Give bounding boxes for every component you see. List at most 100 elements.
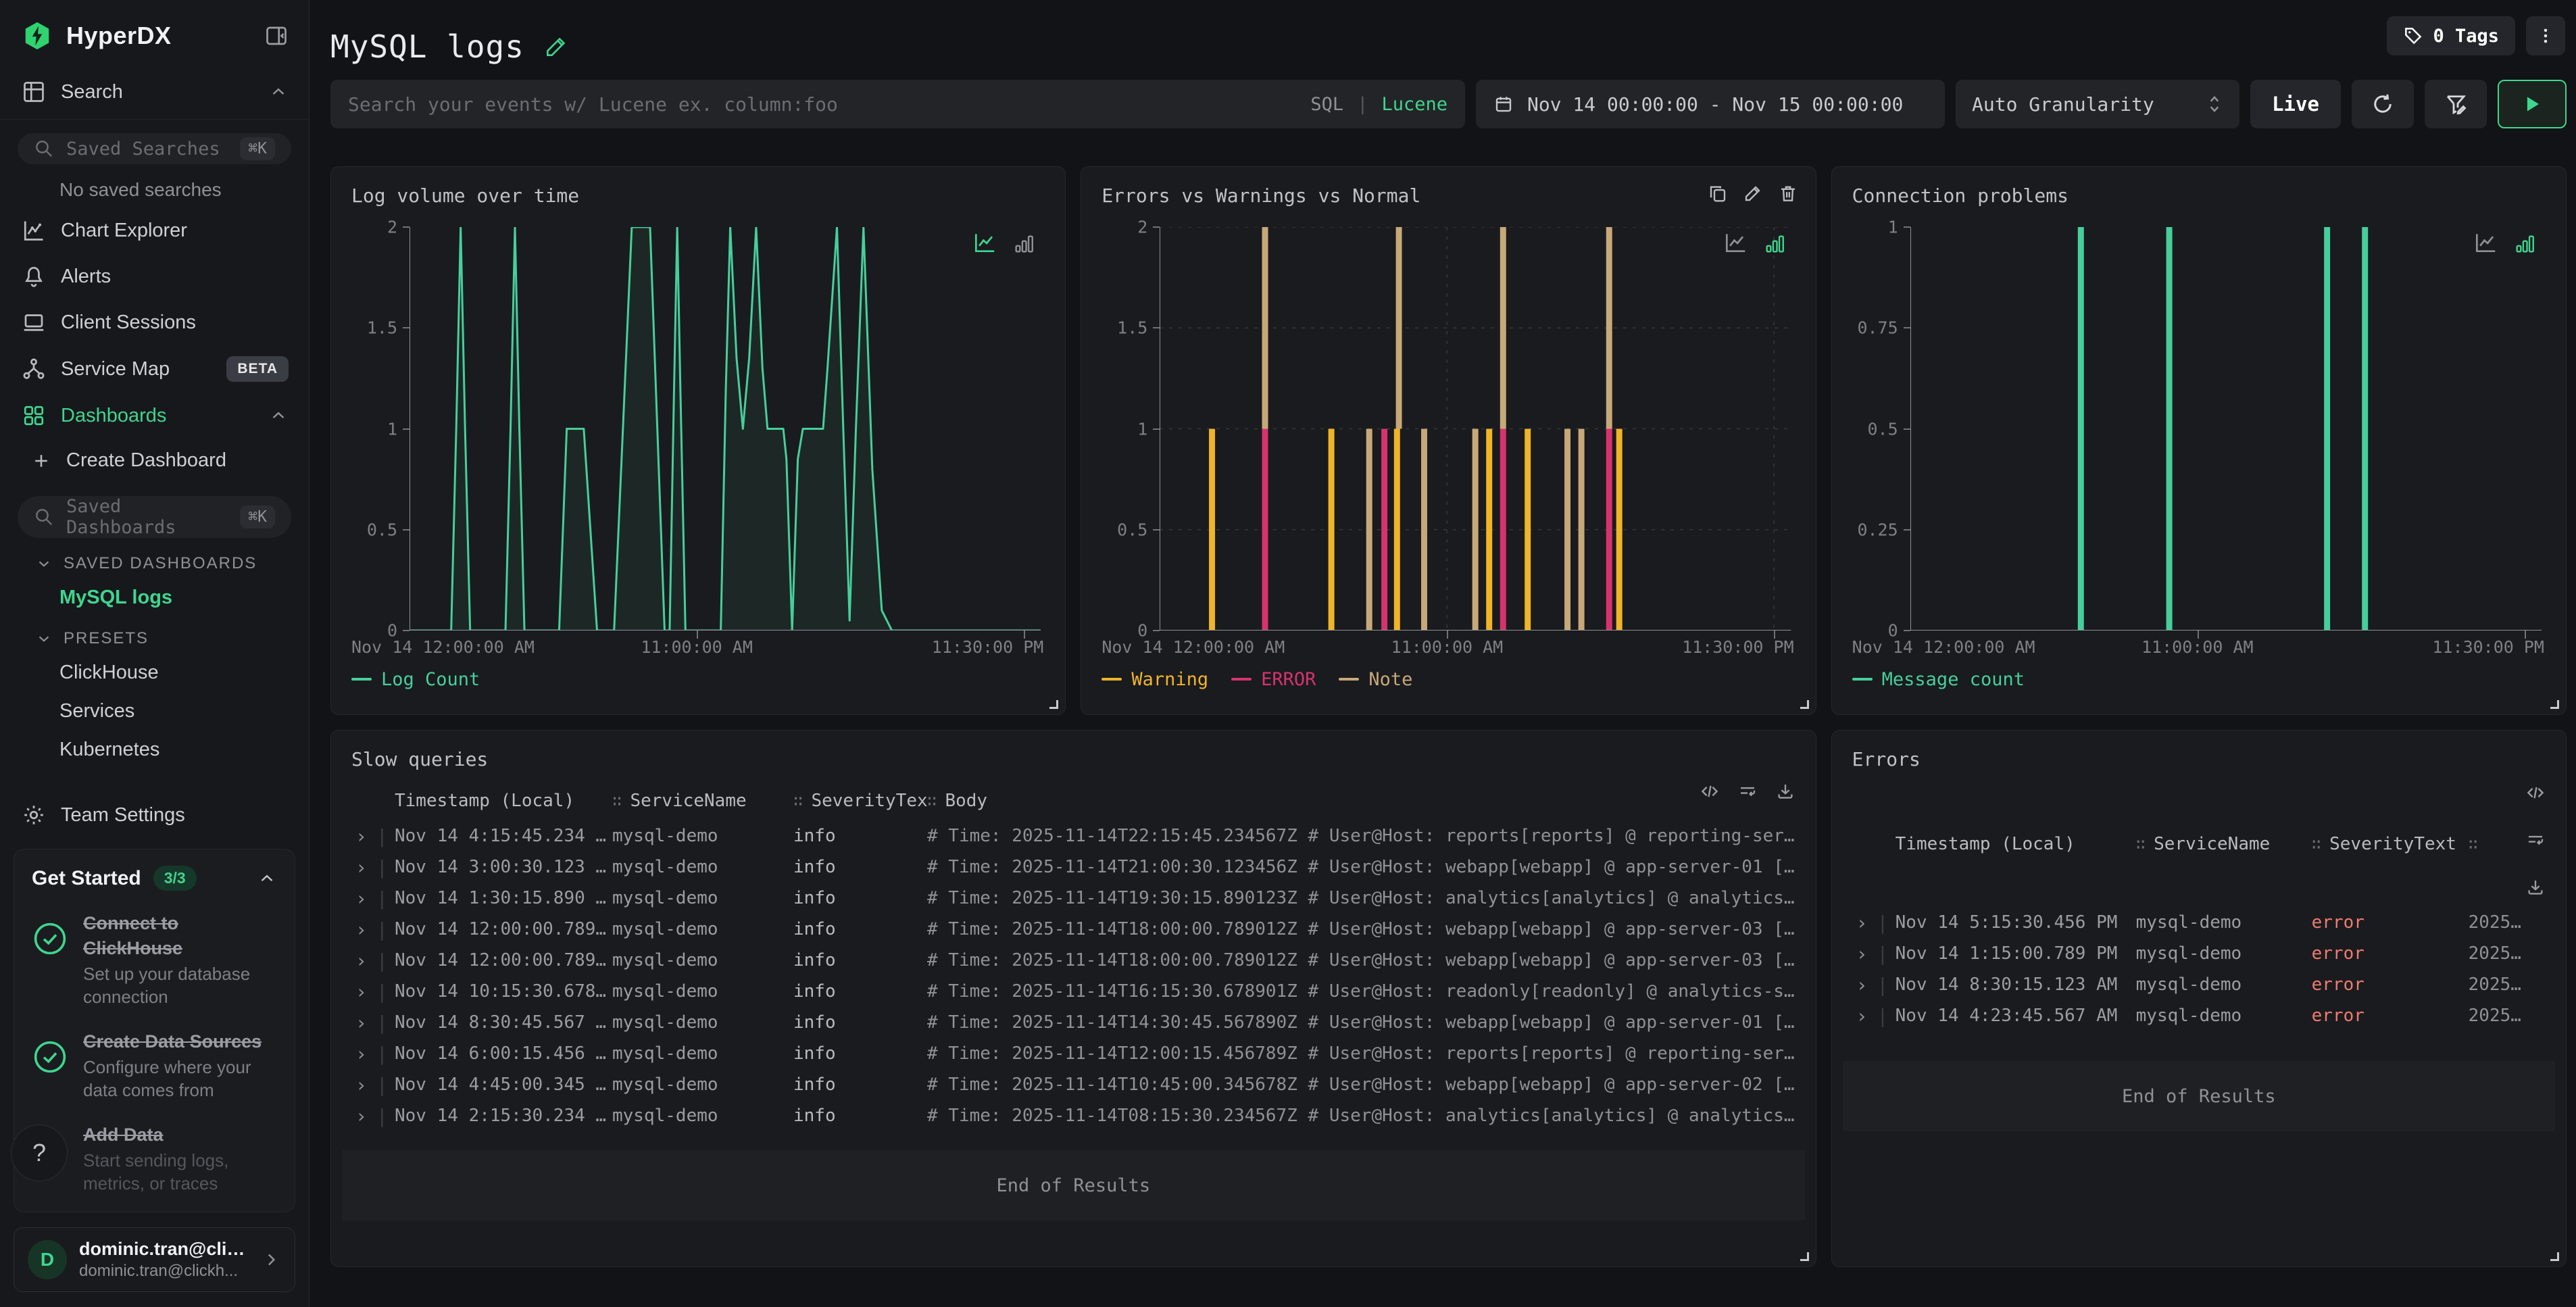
chart-plot-area[interactable]: 00.511.52 bbox=[410, 227, 1041, 631]
sidebar-item-client-sessions[interactable]: Client Sessions bbox=[0, 299, 309, 345]
expand-chevron[interactable]: ›| bbox=[351, 1012, 395, 1034]
error-row[interactable]: ›|Nov 14 5:15:30.456 PMmysql-demoerror20… bbox=[1852, 907, 2546, 938]
chart-plot-area[interactable]: 00.511.52 bbox=[1160, 227, 1791, 631]
saved-searches-input[interactable]: Saved Searches ⌘K bbox=[18, 133, 291, 164]
code-view-icon[interactable] bbox=[1700, 781, 1720, 802]
help-button[interactable]: ? bbox=[11, 1125, 68, 1181]
filter-button[interactable] bbox=[2425, 80, 2487, 128]
expand-chevron[interactable]: ›| bbox=[351, 981, 395, 1003]
chevron-up-icon[interactable] bbox=[257, 868, 277, 889]
error-row[interactable]: ›|Nov 14 1:15:00.789 PMmysql-demoerror20… bbox=[1852, 938, 2546, 969]
log-row[interactable]: ›|Nov 14 10:15:30.678 AMmysql-demoinfo# … bbox=[351, 976, 1795, 1007]
edit-title-icon[interactable] bbox=[543, 34, 569, 59]
column-header[interactable]: ∷ServiceName bbox=[2136, 834, 2312, 854]
column-header[interactable]: Timestamp (Local) bbox=[395, 791, 612, 811]
line-chart-toggle-icon[interactable] bbox=[972, 230, 997, 255]
resize-handle[interactable] bbox=[2550, 700, 2559, 709]
expand-chevron[interactable]: ›| bbox=[1852, 943, 1896, 965]
column-header[interactable]: ∷SeverityText bbox=[793, 791, 927, 811]
resize-handle[interactable] bbox=[2550, 1252, 2559, 1261]
sidebar-item-dashboards[interactable]: Dashboards bbox=[0, 393, 309, 439]
expand-chevron[interactable]: ›| bbox=[351, 1105, 395, 1127]
task-add-data[interactable]: Add Data Start sending logs, metrics, or… bbox=[32, 1123, 277, 1195]
column-header[interactable]: ∷Body bbox=[927, 791, 1795, 811]
column-header[interactable]: Timestamp (Local) bbox=[1896, 834, 2136, 854]
download-icon[interactable] bbox=[1775, 781, 1795, 802]
log-row[interactable]: ›|Nov 14 6:00:15.456 AMmysql-demoinfo# T… bbox=[351, 1038, 1795, 1069]
sidebar-item-team-settings[interactable]: Team Settings bbox=[0, 792, 309, 838]
tags-button[interactable]: 0 Tags bbox=[2387, 16, 2515, 55]
task-create-data-sources[interactable]: Create Data Sources Configure where your… bbox=[32, 1029, 277, 1102]
sidebar-item-mysql-logs[interactable]: MySQL logs bbox=[0, 578, 309, 617]
expand-chevron[interactable]: ›| bbox=[1852, 1005, 1896, 1027]
wrap-lines-icon[interactable] bbox=[1737, 781, 1758, 802]
error-row[interactable]: ›|Nov 14 8:30:15.123 AMmysql-demoerror20… bbox=[1852, 969, 2546, 1000]
sidebar-item-chart-explorer[interactable]: Chart Explorer bbox=[0, 207, 309, 253]
line-chart-toggle-icon[interactable] bbox=[1723, 230, 1748, 255]
log-row[interactable]: ›|Nov 14 1:30:15.890 PMmysql-demoinfo# T… bbox=[351, 883, 1795, 914]
expand-chevron[interactable]: ›| bbox=[351, 825, 395, 847]
sidebar-item-services[interactable]: Services bbox=[0, 692, 309, 731]
log-row[interactable]: ›|Nov 14 3:00:30.123 PMmysql-demoinfo# T… bbox=[351, 852, 1795, 883]
bar-chart-toggle-icon[interactable] bbox=[2513, 232, 2536, 255]
live-button[interactable]: Live bbox=[2250, 80, 2341, 128]
chart-plot-area[interactable]: 00.250.50.751 bbox=[1910, 227, 2542, 631]
line-chart-toggle-icon[interactable] bbox=[2473, 230, 2498, 255]
legend-item[interactable]: Note bbox=[1339, 669, 1412, 690]
sidebar-item-clickhouse[interactable]: ClickHouse bbox=[0, 654, 309, 692]
user-menu[interactable]: D dominic.tran@clic... dominic.tran@clic… bbox=[14, 1227, 295, 1292]
sidebar-collapse-icon[interactable] bbox=[264, 24, 289, 48]
legend-item[interactable]: ERROR bbox=[1231, 669, 1316, 690]
download-icon[interactable] bbox=[2525, 877, 2546, 897]
bar-chart-toggle-icon[interactable] bbox=[1763, 232, 1786, 255]
legend-item[interactable]: Log Count bbox=[351, 669, 480, 690]
expand-chevron[interactable]: ›| bbox=[351, 1043, 395, 1065]
saved-dashboards-section-header[interactable]: SAVED DASHBOARDS bbox=[0, 542, 309, 578]
create-dashboard-button[interactable]: Create Dashboard bbox=[0, 439, 309, 483]
expand-chevron[interactable]: ›| bbox=[351, 856, 395, 879]
expand-chevron[interactable]: ›| bbox=[351, 918, 395, 941]
log-row[interactable]: ›|Nov 14 12:00:00.789 PMmysql-demoinfo# … bbox=[351, 945, 1795, 976]
resize-handle[interactable] bbox=[1800, 1252, 1809, 1261]
log-row[interactable]: ›|Nov 14 4:45:00.345 AMmysql-demoinfo# T… bbox=[351, 1069, 1795, 1100]
delete-chart-icon[interactable] bbox=[1778, 183, 1798, 203]
column-header[interactable]: ∷SeverityText bbox=[2312, 834, 2469, 854]
log-row[interactable]: ›|Nov 14 12:00:00.789 PMmysql-demoinfo# … bbox=[351, 914, 1795, 945]
sidebar-item-kubernetes[interactable]: Kubernetes bbox=[0, 731, 309, 769]
date-range-picker[interactable]: Nov 14 00:00:00 - Nov 15 00:00:00 bbox=[1476, 80, 1945, 128]
presets-section-header[interactable]: PRESETS bbox=[0, 617, 309, 654]
expand-chevron[interactable]: ›| bbox=[1852, 912, 1896, 934]
chevron-up-icon[interactable] bbox=[268, 82, 289, 102]
wrap-lines-icon[interactable] bbox=[2525, 830, 2546, 850]
code-view-icon[interactable] bbox=[2525, 783, 2546, 803]
chevron-up-icon[interactable] bbox=[268, 405, 289, 426]
expand-chevron[interactable]: ›| bbox=[351, 950, 395, 972]
sidebar-item-service-map[interactable]: Service Map BETA bbox=[0, 345, 309, 393]
expand-chevron[interactable]: ›| bbox=[351, 887, 395, 910]
saved-dashboards-input[interactable]: Saved Dashboards ⌘K bbox=[18, 496, 291, 538]
run-query-button[interactable] bbox=[2498, 80, 2567, 128]
lucene-toggle[interactable]: Lucene bbox=[1381, 94, 1447, 115]
sidebar-item-search[interactable]: Search bbox=[0, 69, 309, 115]
expand-chevron[interactable]: ›| bbox=[351, 1074, 395, 1096]
resize-handle[interactable] bbox=[1049, 700, 1058, 709]
column-header[interactable]: ∷ServiceName bbox=[612, 791, 793, 811]
resize-handle[interactable] bbox=[1800, 700, 1809, 709]
refresh-button[interactable] bbox=[2352, 80, 2414, 128]
legend-item[interactable]: Warning bbox=[1101, 669, 1208, 690]
sidebar-item-alerts[interactable]: Alerts bbox=[0, 253, 309, 299]
error-row[interactable]: ›|Nov 14 4:23:45.567 AMmysql-demoerror20… bbox=[1852, 1000, 2546, 1031]
sql-toggle[interactable]: SQL bbox=[1310, 94, 1343, 115]
event-search-input[interactable]: Search your events w/ Lucene ex. column:… bbox=[330, 80, 1465, 128]
more-options-button[interactable] bbox=[2526, 16, 2565, 55]
legend-item[interactable]: Message count bbox=[1852, 669, 2025, 690]
duplicate-icon[interactable] bbox=[1708, 183, 1728, 203]
log-row[interactable]: ›|Nov 14 2:15:30.234 AMmysql-demoinfo# T… bbox=[351, 1100, 1795, 1131]
granularity-select[interactable]: Auto Granularity bbox=[1956, 80, 2239, 128]
log-row[interactable]: ›|Nov 14 4:15:45.234 PMmysql-demoinfo# T… bbox=[351, 820, 1795, 852]
log-row[interactable]: ›|Nov 14 8:30:45.567 AMmysql-demoinfo# T… bbox=[351, 1007, 1795, 1038]
edit-chart-icon[interactable] bbox=[1743, 183, 1763, 203]
expand-chevron[interactable]: ›| bbox=[1852, 974, 1896, 996]
bar-chart-toggle-icon[interactable] bbox=[1012, 232, 1035, 255]
task-connect-clickhouse[interactable]: Connect to ClickHouse Set up your databa… bbox=[32, 911, 277, 1008]
